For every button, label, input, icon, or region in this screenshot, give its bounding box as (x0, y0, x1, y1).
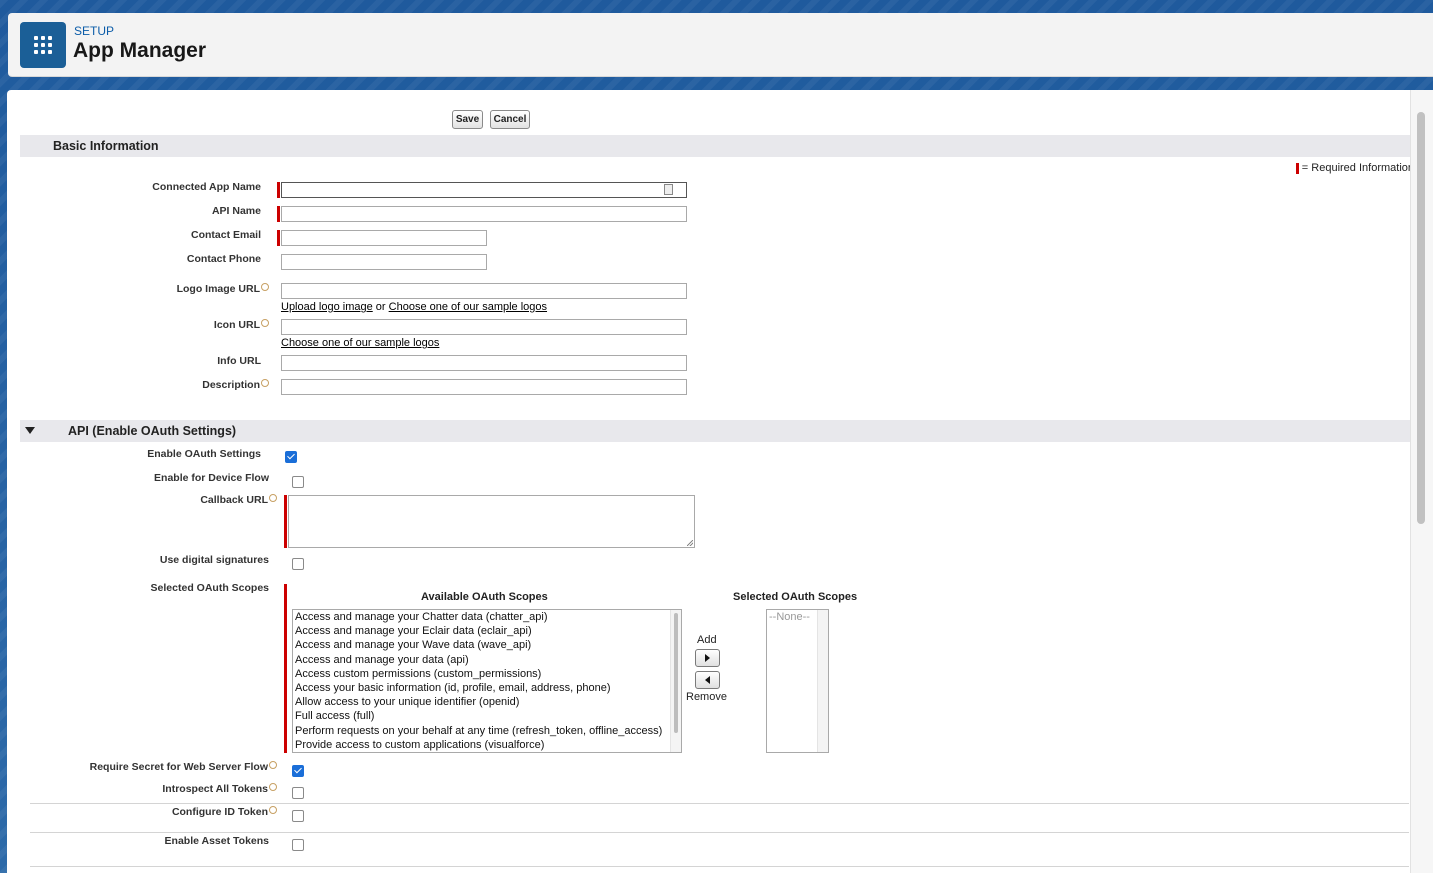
collapse-caret-icon[interactable] (25, 427, 35, 434)
introspect-tokens-label: Introspect All Tokens (162, 783, 277, 795)
contact-card-icon[interactable] (664, 184, 673, 195)
contact-email-input[interactable] (281, 230, 487, 246)
choose-sample-icon-link[interactable]: Choose one of our sample logos (281, 337, 439, 349)
add-label: Add (697, 634, 717, 646)
device-flow-checkbox[interactable] (292, 476, 304, 488)
scope-option[interactable]: Access and manage your Chatter data (cha… (293, 610, 681, 624)
callback-url-label: Callback URL (200, 494, 277, 506)
logo-image-url-label: Logo Image URL (177, 283, 269, 295)
require-secret-checkbox[interactable] (292, 765, 304, 777)
icon-url-input[interactable] (281, 319, 687, 335)
scope-option[interactable]: Perform requests on your behalf at any t… (293, 724, 681, 738)
help-icon[interactable] (269, 783, 277, 791)
icon-links: Choose one of our sample logos (281, 337, 439, 349)
logo-image-url-input[interactable] (281, 283, 687, 299)
selected-oauth-scopes-label: Selected OAuth Scopes (150, 582, 269, 594)
cancel-button[interactable]: Cancel (490, 110, 530, 129)
contact-email-label: Contact Email (190, 229, 261, 241)
required-marker (284, 584, 287, 753)
or-text: or (372, 301, 389, 313)
scope-option[interactable]: Allow access to your unique identifier (… (293, 695, 681, 709)
description-label: Description (202, 379, 269, 391)
arrow-right-icon (705, 654, 710, 662)
selected-scopes-listbox[interactable]: --None-- (766, 609, 829, 753)
scrollbar-thumb[interactable] (1417, 112, 1425, 524)
configure-id-token-label: Configure ID Token (172, 806, 277, 818)
help-icon[interactable] (269, 494, 277, 502)
divider (30, 866, 1409, 867)
listbox-scrollbar[interactable] (817, 610, 828, 752)
scope-option[interactable]: Full access (full) (293, 709, 681, 723)
contact-phone-input[interactable] (281, 254, 487, 270)
divider (30, 832, 1409, 833)
help-icon[interactable] (269, 806, 277, 814)
help-icon[interactable] (261, 319, 269, 327)
scope-option[interactable]: Access custom permissions (custom_permis… (293, 667, 681, 681)
required-marker (277, 206, 280, 222)
introspect-tokens-checkbox[interactable] (292, 787, 304, 799)
configure-id-token-checkbox[interactable] (292, 810, 304, 822)
required-legend: = Required Information (1295, 162, 1414, 174)
app-launcher-grid-icon[interactable] (20, 22, 66, 68)
device-flow-label: Enable for Device Flow (154, 472, 269, 484)
page-scrollbar[interactable] (1410, 90, 1433, 873)
section-basic-information: Basic Information (20, 135, 1411, 157)
section-title: API (Enable OAuth Settings) (68, 424, 237, 438)
enable-oauth-label: Enable OAuth Settings (147, 448, 261, 460)
digital-signatures-label: Use digital signatures (159, 554, 269, 566)
scope-option[interactable]: Provide access to custom applications (v… (293, 738, 681, 752)
asset-tokens-label: Enable Asset Tokens (164, 835, 269, 847)
selected-scopes-header: Selected OAuth Scopes (733, 591, 858, 603)
enable-oauth-checkbox[interactable] (285, 451, 297, 463)
scope-option[interactable]: Access and manage your Wave data (wave_a… (293, 638, 681, 652)
api-name-label: API Name (211, 205, 261, 217)
info-url-input[interactable] (281, 355, 687, 371)
remove-label: Remove (686, 691, 727, 703)
remove-arrow-button[interactable] (695, 671, 720, 689)
digital-signatures-checkbox[interactable] (292, 558, 304, 570)
upload-logo-link[interactable]: Upload logo image (281, 301, 373, 313)
choose-sample-logo-link[interactable]: Choose one of our sample logos (389, 301, 547, 313)
page-title: App Manager (73, 39, 207, 62)
divider (30, 803, 1409, 804)
required-legend-text: = Required Information (1301, 162, 1414, 174)
connected-app-name-input[interactable] (281, 182, 687, 198)
edit-form-panel: Save Cancel Basic Information = Required… (7, 90, 1433, 873)
section-title: Basic Information (53, 139, 159, 153)
contact-phone-label: Contact Phone (186, 253, 261, 265)
section-api-oauth[interactable]: API (Enable OAuth Settings) (20, 420, 1411, 442)
page-header: SETUP App Manager (8, 13, 1433, 77)
help-icon[interactable] (261, 379, 269, 387)
logo-links: Upload logo image or Choose one of our s… (281, 301, 547, 313)
api-name-input[interactable] (281, 206, 687, 222)
available-scopes-header: Available OAuth Scopes (421, 591, 548, 603)
scope-option[interactable]: Access and manage your Eclair data (ecla… (293, 624, 681, 638)
setup-label[interactable]: SETUP (74, 24, 114, 38)
help-icon[interactable] (269, 761, 277, 769)
save-button[interactable]: Save (452, 110, 483, 129)
info-url-label: Info URL (217, 355, 261, 367)
resize-handle[interactable] (687, 540, 693, 546)
asset-tokens-checkbox[interactable] (292, 839, 304, 851)
connected-app-name-label: Connected App Name (152, 181, 261, 193)
icon-url-label: Icon URL (214, 319, 269, 331)
listbox-scrollbar[interactable] (670, 610, 681, 752)
scope-option[interactable]: Access and manage your data (api) (293, 653, 681, 667)
required-marker (277, 230, 280, 246)
required-marker (284, 495, 287, 548)
required-marker (1295, 162, 1299, 174)
add-arrow-button[interactable] (695, 649, 720, 667)
description-input[interactable] (281, 379, 687, 395)
callback-url-textarea[interactable] (288, 495, 695, 548)
arrow-left-icon (705, 676, 710, 684)
help-icon[interactable] (261, 283, 269, 291)
require-secret-label: Require Secret for Web Server Flow (90, 761, 277, 773)
available-scopes-listbox[interactable]: Access and manage your Chatter data (cha… (292, 609, 682, 753)
scope-option[interactable]: Access your basic information (id, profi… (293, 681, 681, 695)
required-marker (277, 182, 280, 198)
